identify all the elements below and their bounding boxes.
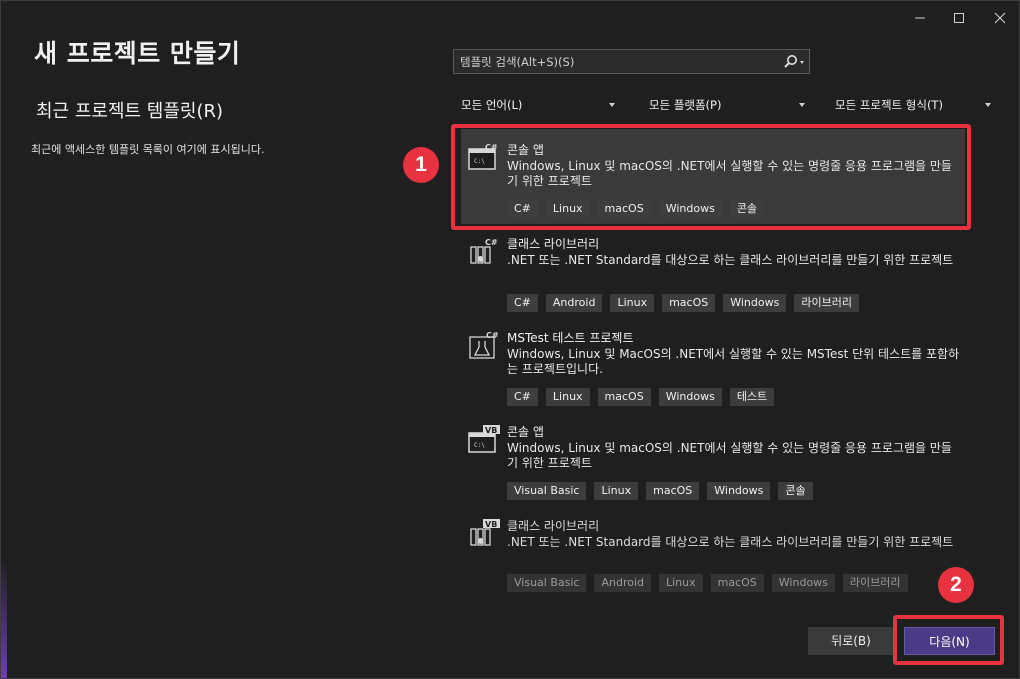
project-type-filter-dropdown[interactable]: 모든 프로젝트 형식(T): [827, 94, 997, 116]
tag: Linux: [610, 294, 655, 312]
template-description: Windows, Linux 및 macOS의 .NET에서 실행할 수 있는 …: [507, 441, 952, 470]
test-flask-icon: C#: [467, 331, 501, 361]
platform-filter-dropdown[interactable]: 모든 플랫폼(P): [641, 94, 811, 116]
tag: Android: [545, 294, 603, 312]
new-project-dialog: 새 프로젝트 만들기 최근 프로젝트 템플릿(R) 최근에 액세스한 템플릿 목…: [0, 0, 1020, 679]
template-item-mstest-csharp[interactable]: C# MSTest 테스트 프로젝트 Windows, Linux 및 MacO…: [463, 321, 963, 413]
template-item-class-library-vb[interactable]: VB 클래스 라이브러리 .NET 또는 .NET Standard를 대상으로…: [463, 509, 963, 601]
step-badge-1: 1: [403, 147, 439, 183]
search-icon[interactable]: [783, 54, 804, 70]
chevron-down-icon: [799, 103, 805, 107]
language-filter-label: 모든 언어(L): [461, 98, 523, 112]
class-library-icon: C#: [467, 237, 501, 267]
recent-templates-empty-text: 최근에 액세스한 템플릿 목록이 여기에 표시됩니다.: [31, 143, 265, 156]
template-item-class-library-csharp[interactable]: C# 클래스 라이브러리 .NET 또는 .NET Standard를 대상으로…: [463, 227, 963, 319]
template-name: 클래스 라이브러리: [507, 237, 600, 251]
template-tags: C# Android Linux macOS Windows 라이브러리: [507, 294, 859, 312]
tag: Linux: [594, 482, 639, 500]
tag: macOS: [662, 294, 716, 312]
chevron-down-icon: [609, 103, 615, 107]
template-search-box[interactable]: [453, 49, 810, 74]
tag: 테스트: [729, 388, 775, 406]
tag: Linux: [659, 574, 703, 592]
dialog-title: 새 프로젝트 만들기: [34, 39, 241, 68]
tag: Windows: [658, 388, 722, 406]
tag: Visual Basic: [507, 482, 587, 500]
tag: macOS: [646, 482, 700, 500]
tag: macOS: [710, 574, 764, 592]
template-tags: Visual Basic Linux macOS Windows 콘솔: [507, 482, 813, 500]
svg-text:C:\: C:\: [474, 442, 485, 449]
back-button[interactable]: 뒤로(B): [808, 627, 894, 655]
template-name: 클래스 라이브러리: [507, 519, 600, 533]
tag: Windows: [723, 294, 787, 312]
template-description: Windows, Linux 및 MacOS의 .NET에서 실행할 수 있는 …: [507, 347, 960, 376]
console-app-icon: C:\ VB: [467, 425, 501, 455]
recent-templates-heading: 최근 프로젝트 템플릿(R): [36, 101, 224, 122]
template-search-input[interactable]: [460, 53, 760, 70]
svg-text:VB: VB: [485, 520, 497, 529]
template-description: .NET 또는 .NET Standard를 대상으로 하는 클래스 라이브러리…: [507, 253, 954, 267]
tag: C#: [507, 294, 538, 312]
template-description: .NET 또는 .NET Standard를 대상으로 하는 클래스 라이브러리…: [507, 535, 954, 549]
project-type-filter-label: 모든 프로젝트 형식(T): [835, 98, 943, 112]
template-tags: Visual Basic Android Linux macOS Windows…: [507, 574, 908, 592]
tag: 라이브러리: [842, 574, 908, 592]
tag: Windows: [771, 574, 835, 592]
highlight-box-next-button: [893, 615, 1004, 665]
step-badge-2: 2: [938, 567, 974, 603]
svg-text:C#: C#: [485, 238, 498, 247]
template-tags: C# Linux macOS Windows 테스트: [507, 388, 775, 406]
template-name: 콘솔 앱: [507, 425, 544, 439]
tag: C#: [507, 388, 538, 406]
maximize-icon[interactable]: [944, 9, 974, 31]
highlight-box-selected-template: [451, 124, 971, 230]
tag: Android: [594, 574, 651, 592]
class-library-icon: VB: [467, 519, 501, 549]
background-edge: [1, 558, 7, 678]
template-item-console-vb[interactable]: C:\ VB 콘솔 앱 Windows, Linux 및 macOS의 .NET에…: [463, 415, 963, 507]
svg-text:C#: C#: [486, 331, 499, 340]
tag: Visual Basic: [507, 574, 587, 592]
tag: Windows: [707, 482, 771, 500]
template-name: MSTest 테스트 프로젝트: [507, 331, 634, 345]
platform-filter-label: 모든 플랫폼(P): [649, 98, 722, 112]
chevron-down-icon: [985, 103, 991, 107]
svg-text:VB: VB: [485, 426, 497, 435]
language-filter-dropdown[interactable]: 모든 언어(L): [453, 94, 621, 116]
tag: Linux: [545, 388, 590, 406]
tag: 콘솔: [778, 482, 813, 500]
minimize-icon[interactable]: [905, 9, 935, 31]
tag: macOS: [597, 388, 651, 406]
close-icon[interactable]: [985, 9, 1015, 31]
tag: 라이브러리: [794, 294, 859, 312]
